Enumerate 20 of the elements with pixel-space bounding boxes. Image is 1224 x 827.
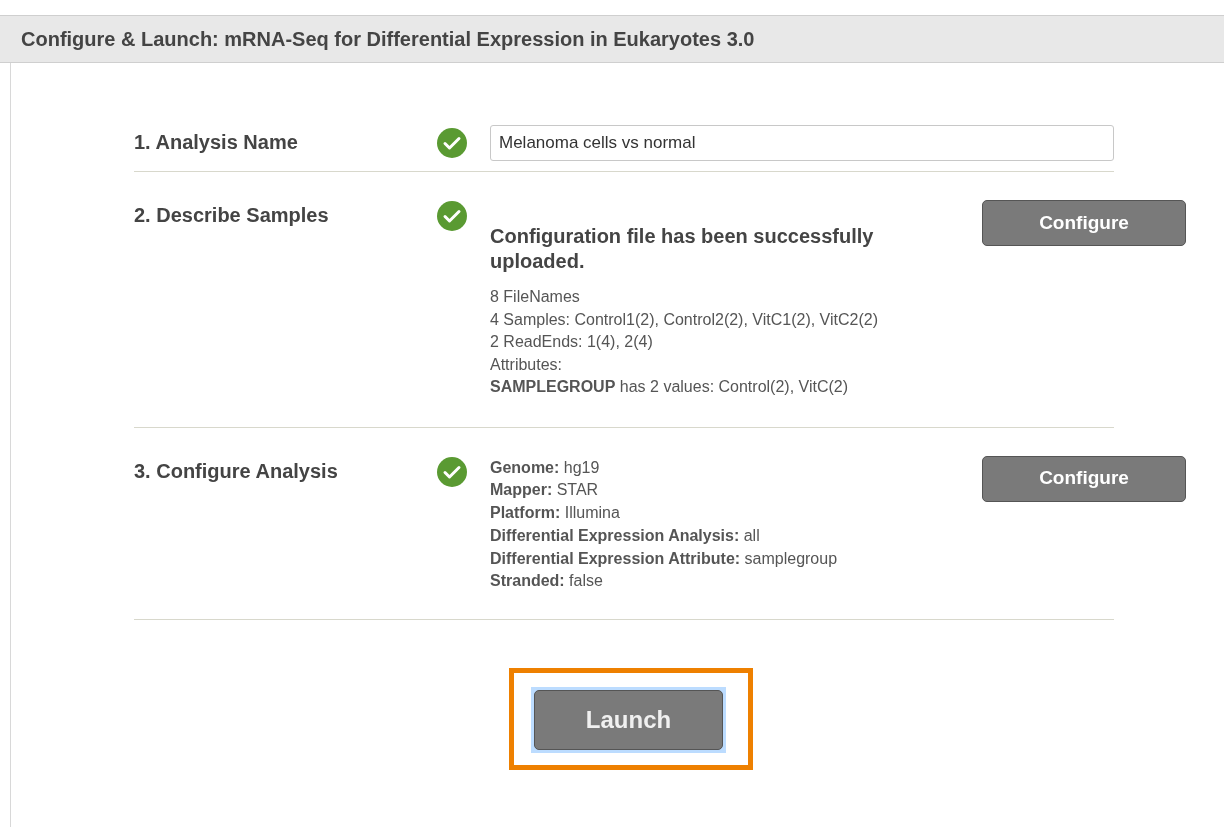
setting-line: Differential Expression Analysis: all: [490, 525, 761, 546]
setting-line: Stranded: false: [490, 571, 604, 592]
setting-line: Mapper: STAR: [490, 480, 600, 501]
success-message: Configuration file has been successfully uploaded.: [490, 224, 875, 274]
setting-line: Differential Expression Attribute: samplegroup: [490, 548, 839, 569]
configure-button[interactable]: Configure: [982, 455, 1186, 502]
sample-info-line: 8 FileNames: [490, 287, 581, 307]
step-label: 3. Configure Analysis: [134, 458, 339, 484]
sample-info-line: Attributes:: [490, 354, 564, 375]
setting-line: Genome: hg19: [490, 457, 601, 478]
sample-info-line: SAMPLEGROUP has 2 values: Control(2), VitC(2): [490, 377, 850, 397]
analysis-name-field[interactable]: Melanoma cells vs normal: [490, 125, 1114, 161]
step-label: 2. Describe Samples: [134, 203, 330, 228]
page-title: Configure & Launch: mRNA-Seq for Differential Expression in Eukaryotes 3.0: [21, 27, 755, 52]
setting-line: Platform: Illumina: [490, 503, 621, 524]
sample-info-line: 2 ReadEnds: 1(4), 2(4): [490, 332, 654, 352]
launch-button[interactable]: Launch: [534, 690, 723, 751]
configure-button[interactable]: Configure: [982, 200, 1186, 246]
step-label: 1. Analysis Name: [134, 130, 299, 155]
sample-info-line: 4 Samples: Control1(2), Control2(2), VitC1(2), VitC2(2): [490, 309, 879, 330]
